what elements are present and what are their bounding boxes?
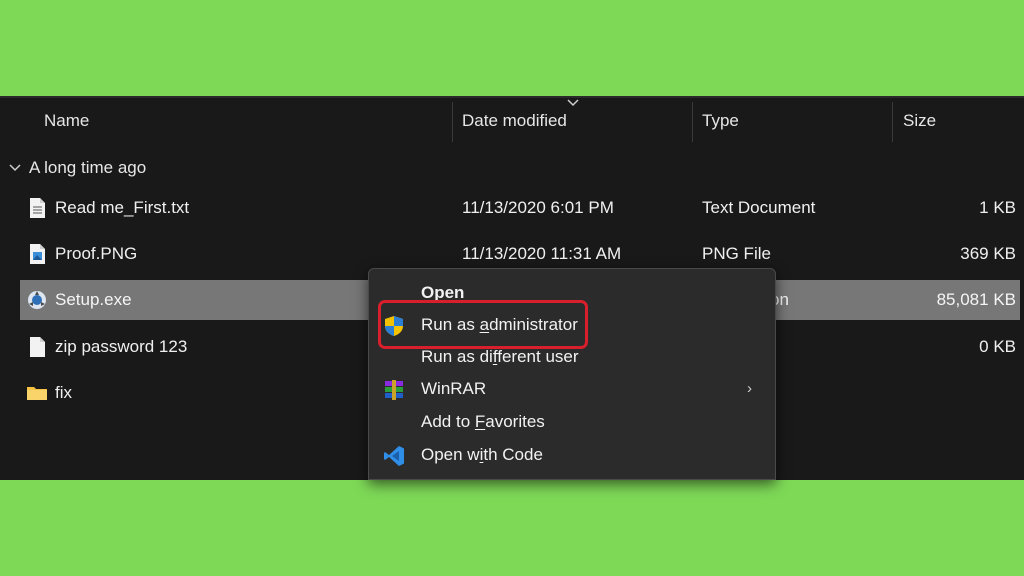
column-header-size[interactable]: Size [903, 98, 936, 144]
file-name: zip password 123 [55, 337, 188, 356]
file-name: fix [55, 383, 72, 402]
column-header-type[interactable]: Type [702, 98, 739, 144]
setup-exe-icon [28, 291, 46, 309]
blank-file-icon [30, 337, 45, 357]
column-divider[interactable] [892, 102, 893, 142]
file-size: 1 KB [979, 198, 1016, 217]
file-size: 369 KB [960, 244, 1016, 263]
chevron-down-icon [9, 164, 21, 172]
file-size: 0 KB [979, 337, 1016, 356]
menu-item-winrar[interactable]: WinRAR › [369, 373, 775, 405]
menu-item-label: WinRAR [421, 379, 487, 398]
menu-item-label: Open with Code [421, 445, 543, 464]
file-name: Read me_First.txt [55, 198, 190, 217]
column-divider[interactable] [452, 102, 453, 142]
file-date: 11/13/2020 6:01 PM [462, 198, 614, 217]
column-divider[interactable] [692, 102, 693, 142]
column-header-date-modified[interactable]: Date modified [462, 98, 567, 144]
winrar-icon [385, 380, 403, 400]
text-file-icon [30, 198, 45, 218]
menu-item-open-with-code[interactable]: Open with Code [369, 439, 775, 471]
menu-item-label: Add to Favorites [421, 412, 545, 431]
folder-icon [27, 387, 47, 400]
annotation-highlight-box [378, 300, 588, 349]
column-header-name[interactable]: Name [44, 98, 89, 144]
file-name: Setup.exe [55, 290, 132, 309]
group-header[interactable]: A long time ago [8, 156, 146, 180]
file-size: 85,081 KB [936, 290, 1016, 309]
file-type: Text Document [702, 198, 816, 217]
vscode-icon [384, 446, 404, 466]
file-row-read-me[interactable]: Read me_First.txt 11/13/2020 6:01 PM Tex… [20, 188, 1020, 228]
file-name: Proof.PNG [55, 244, 138, 263]
sort-caret-icon [567, 99, 579, 107]
menu-item-add-to-favorites[interactable]: Add to Favorites [369, 406, 775, 438]
png-file-icon [30, 244, 45, 264]
group-label: A long time ago [29, 158, 147, 177]
submenu-arrow-icon: › [747, 380, 752, 397]
